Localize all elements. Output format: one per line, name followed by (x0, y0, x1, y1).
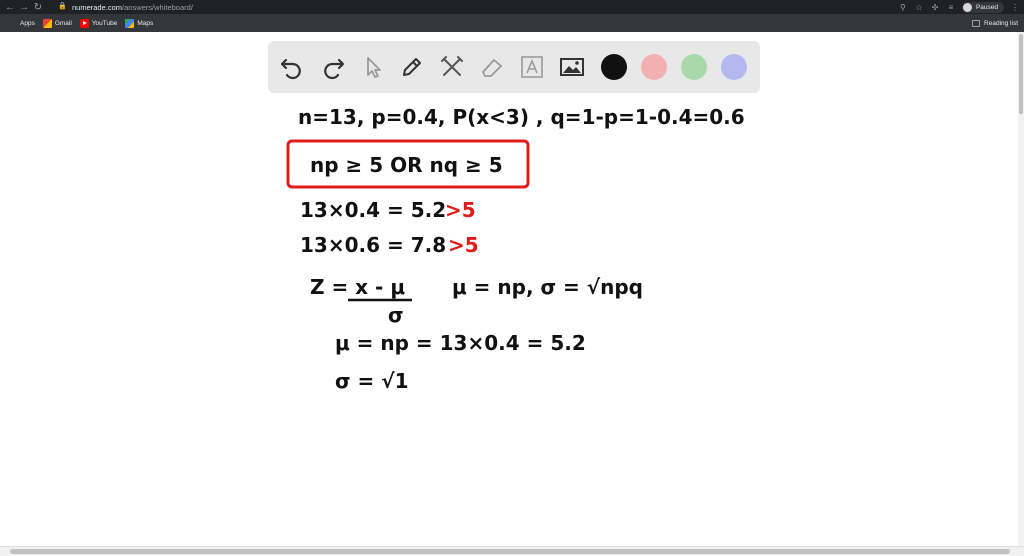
apps-grid-icon (8, 19, 17, 28)
bookmark-gmail[interactable]: Gmail (42, 18, 72, 28)
profile-status: Paused (975, 3, 998, 11)
bookmark-label: Gmail (54, 19, 72, 27)
star-icon[interactable]: ☆ (914, 3, 924, 12)
forward-icon[interactable]: → (17, 0, 31, 14)
horizontal-scrollbar[interactable] (0, 546, 1024, 556)
z-formula: Z = x - μ (310, 275, 405, 299)
bookmark-youtube[interactable]: YouTube (79, 18, 118, 28)
zoom-icon[interactable]: ⚲ (898, 3, 908, 12)
given-values-line: n=13, p=0.4, P(x<3) , q=1-p=1-0.4=0.6 (298, 105, 745, 129)
bookmark-label: Apps (20, 19, 35, 27)
handwriting-layer: n=13, p=0.4, P(x<3) , q=1-p=1-0.4=0.6 np… (286, 105, 745, 393)
reading-list-label: Reading list (984, 19, 1018, 27)
youtube-icon (79, 18, 89, 28)
gmail-icon (42, 18, 52, 28)
condition-text: np ≥ 5 OR nq ≥ 5 (310, 153, 503, 177)
url-path: /answers/whiteboard/ (122, 2, 193, 12)
bookmark-apps[interactable]: Apps (8, 19, 35, 28)
bookmark-label: YouTube (91, 19, 118, 27)
lock-icon: 🔒 (58, 3, 67, 10)
z-denominator: σ (388, 303, 404, 327)
maps-icon (125, 18, 135, 28)
vertical-scrollbar[interactable] (1018, 32, 1024, 546)
mean-sd-formula: μ = np, σ = √npq (452, 275, 643, 299)
bookmarks-bar: Apps Gmail YouTube Maps Reading list (0, 14, 1024, 32)
back-icon[interactable]: ← (3, 0, 17, 14)
avatar (962, 2, 972, 12)
bookmark-maps[interactable]: Maps (125, 18, 154, 28)
reading-list-icon (972, 19, 981, 27)
nq-calculation: 13×0.6 = 7.8 (300, 233, 446, 257)
extensions-icon[interactable]: ✣ (930, 3, 940, 12)
profile-button[interactable]: Paused (961, 1, 1004, 13)
np-calculation: 13×0.4 = 5.2 (300, 198, 446, 222)
bookmark-label: Maps (137, 19, 154, 27)
mean-calculation: μ = np = 13×0.4 = 5.2 (335, 331, 586, 355)
np-check: >5 (445, 198, 476, 222)
sd-calculation: σ = √1 (335, 369, 409, 393)
browser-address-bar: ← → ↻ 🔒 numerade.com/answers/whiteboard/… (0, 0, 1024, 14)
url-field[interactable]: 🔒 numerade.com/answers/whiteboard/ (58, 1, 918, 13)
url-host: numerade.com (72, 2, 123, 12)
browser-right-tools: ⚲ ☆ ✣ ≡ Paused ⋮ (898, 0, 1020, 14)
whiteboard-canvas[interactable]: n=13, p=0.4, P(x<3) , q=1-p=1-0.4=0.6 np… (0, 32, 1018, 546)
more-vert-icon[interactable]: ⋮ (1010, 3, 1020, 12)
menu-icon[interactable]: ≡ (946, 3, 956, 12)
reload-icon[interactable]: ↻ (31, 0, 45, 14)
nq-check: >5 (448, 233, 479, 257)
reading-list-button[interactable]: Reading list (972, 14, 1018, 32)
